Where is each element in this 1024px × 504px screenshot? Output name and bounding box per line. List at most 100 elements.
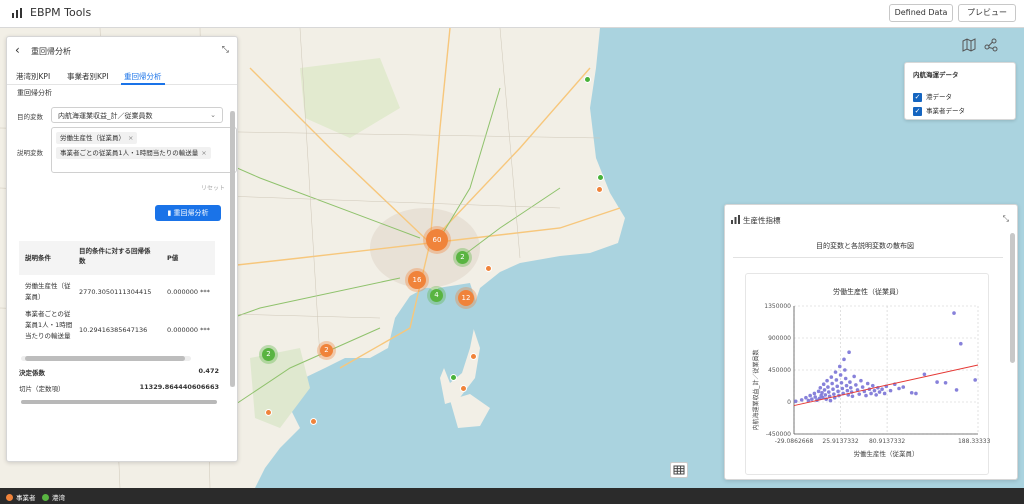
chart-scrollbar[interactable] xyxy=(1010,233,1015,473)
port-marker[interactable] xyxy=(450,374,457,381)
table-scrollbar[interactable] xyxy=(21,356,191,361)
scatter-point xyxy=(838,373,843,377)
intercept-row: 切片（定数項） 11329.864440606663 xyxy=(19,383,219,393)
regression-line xyxy=(793,364,979,407)
run-regression-label: 重回帰分析 xyxy=(173,209,209,217)
map-cluster[interactable]: 2 xyxy=(456,251,469,264)
scatter-chart[interactable]: 労働生産性（従業員） 1350000 900000 450000 0 -450000-29… xyxy=(746,274,998,476)
scatter-point xyxy=(860,385,865,389)
variable-chip[interactable]: 労働生産性（従業員） × xyxy=(56,132,138,144)
collapse-icon[interactable]: ⤡ xyxy=(1003,214,1009,224)
productivity-chart-panel: 生産性指標 ⤡ 目的変数と各説明変数の散布図 労働生産性（従業員） 1350000… xyxy=(724,204,1018,480)
scatter-point xyxy=(850,394,855,399)
layer-port-toggle[interactable]: ✓ 港データ xyxy=(913,91,952,102)
scatter-point xyxy=(826,390,831,394)
column-header: 説明条件 xyxy=(25,254,51,262)
scatter-point xyxy=(830,381,834,386)
column-header: P値 xyxy=(167,254,179,262)
scatter-point xyxy=(843,376,848,381)
scatter-point xyxy=(954,388,959,392)
divider xyxy=(733,257,1003,258)
tab-bar: 港湾別KPI 事業者別KPI 重回帰分析 xyxy=(7,67,237,85)
panel-horizontal-scrollbar[interactable] xyxy=(11,399,235,405)
checkbox-checked-icon[interactable]: ✓ xyxy=(913,92,922,102)
r2-row: 決定係数 0.472 xyxy=(19,367,219,377)
bar-chart-icon xyxy=(731,215,740,224)
tab-regression[interactable]: 重回帰分析 xyxy=(124,71,162,82)
target-variable-select[interactable]: 内航海運業収益_計／従業員数 ⌄ xyxy=(51,107,223,123)
tab-operator-kpi[interactable]: 事業者別KPI xyxy=(67,71,109,82)
remove-chip-icon[interactable]: × xyxy=(201,149,206,157)
r2-label: 決定係数 xyxy=(19,369,45,377)
y-tick-label: 450000 xyxy=(768,367,791,374)
collapse-icon[interactable]: ⤡ xyxy=(222,45,229,55)
map-cluster[interactable]: 16 xyxy=(408,271,426,289)
operator-marker[interactable] xyxy=(596,186,603,193)
map-cluster[interactable]: 60 xyxy=(426,229,448,251)
table-cell: 10.29416385647136 xyxy=(79,326,148,334)
network-share-icon[interactable] xyxy=(984,38,998,52)
scatter-point xyxy=(952,311,956,315)
defined-data-button[interactable]: Defined Data xyxy=(889,4,953,22)
map-cluster[interactable]: 4 xyxy=(430,289,443,302)
scatter-point xyxy=(874,393,878,397)
legend-swatch xyxy=(6,494,13,501)
scatter-point xyxy=(870,383,875,388)
legend-swatch xyxy=(42,494,49,501)
tab-port-kpi[interactable]: 港湾別KPI xyxy=(16,71,50,82)
intercept-label: 切片（定数項） xyxy=(19,385,65,393)
variable-chip[interactable]: 事業者ごとの従業員1人・1時間当たりの輸送量 × xyxy=(56,147,211,159)
target-variable-label: 目的変数 xyxy=(17,113,43,121)
operator-marker[interactable] xyxy=(485,265,492,272)
scatter-point xyxy=(804,395,808,400)
operator-marker[interactable] xyxy=(460,385,467,392)
x-tick-label: 80.9137332 xyxy=(869,438,905,445)
scatter-point xyxy=(816,389,821,394)
remove-chip-icon[interactable]: × xyxy=(128,134,133,142)
target-variable-value: 内航海運業収益_計／従業員数 xyxy=(58,112,153,120)
x-tick-label: -29.0862668 xyxy=(775,438,814,445)
scatter-point xyxy=(813,395,818,399)
explanatory-variable-label: 説明変数 xyxy=(17,149,43,157)
reset-link[interactable]: リセット xyxy=(201,183,225,192)
scatter-point xyxy=(914,391,918,396)
operator-marker[interactable] xyxy=(310,418,317,425)
map-cluster[interactable]: 12 xyxy=(458,290,474,306)
explanatory-variable-select[interactable]: 労働生産性（従業員） × 事業者ごとの従業員1人・1時間当たりの輸送量 × xyxy=(51,127,237,173)
run-regression-button[interactable]: ▮ 重回帰分析 xyxy=(155,205,221,221)
map-cluster[interactable]: 2 xyxy=(262,348,275,361)
scatter-point xyxy=(835,384,840,389)
chart-panel-subtitle: 目的変数と各説明変数の散布図 xyxy=(816,242,914,250)
scatter-point xyxy=(831,387,835,391)
port-marker[interactable] xyxy=(584,76,591,83)
scatter-point xyxy=(826,385,830,389)
map-cluster[interactable]: 2 xyxy=(320,344,333,357)
operator-marker[interactable] xyxy=(470,353,477,360)
panel-scrollbar[interactable] xyxy=(230,111,235,387)
port-marker[interactable] xyxy=(597,174,604,181)
scatter-point xyxy=(872,388,877,393)
panel-header: ‹ 重回帰分析 ⤡ xyxy=(7,37,237,63)
panel-title: 重回帰分析 xyxy=(31,47,71,56)
scatter-point xyxy=(843,368,847,372)
map-layers-icon[interactable] xyxy=(962,38,976,52)
operator-marker[interactable] xyxy=(265,409,272,416)
table-cell: 2770.3050111304415 xyxy=(79,288,152,296)
scatter-point xyxy=(865,381,870,386)
scatter-point xyxy=(943,381,948,385)
table-cell: 労働生産性（従業員） xyxy=(25,282,71,301)
regression-table: 説明条件 目的条件に対する回帰係数 P値 労働生産性（従業員） 2770.305… xyxy=(19,241,215,361)
cluster-count: 12 xyxy=(461,294,471,302)
column-header: 目的条件に対する回帰係数 xyxy=(79,247,151,265)
scatter-point xyxy=(845,388,850,393)
y-tick-label: 1350000 xyxy=(764,303,791,310)
back-arrow-icon[interactable]: ‹ xyxy=(15,43,20,57)
table-view-button[interactable] xyxy=(670,462,688,478)
preview-button[interactable]: プレビュー xyxy=(958,4,1016,22)
layer-operator-toggle[interactable]: ✓ 事業者データ xyxy=(913,105,965,116)
scatter-point xyxy=(897,386,901,391)
table-cell: 事業者ごとの従業員1人・1時間当たりの輸送量 xyxy=(25,310,73,340)
layer-operator-label: 事業者データ xyxy=(926,107,965,115)
y-axis-label: 内航海運業収益_計／従業員数 xyxy=(752,349,760,430)
checkbox-checked-icon[interactable]: ✓ xyxy=(913,106,922,116)
